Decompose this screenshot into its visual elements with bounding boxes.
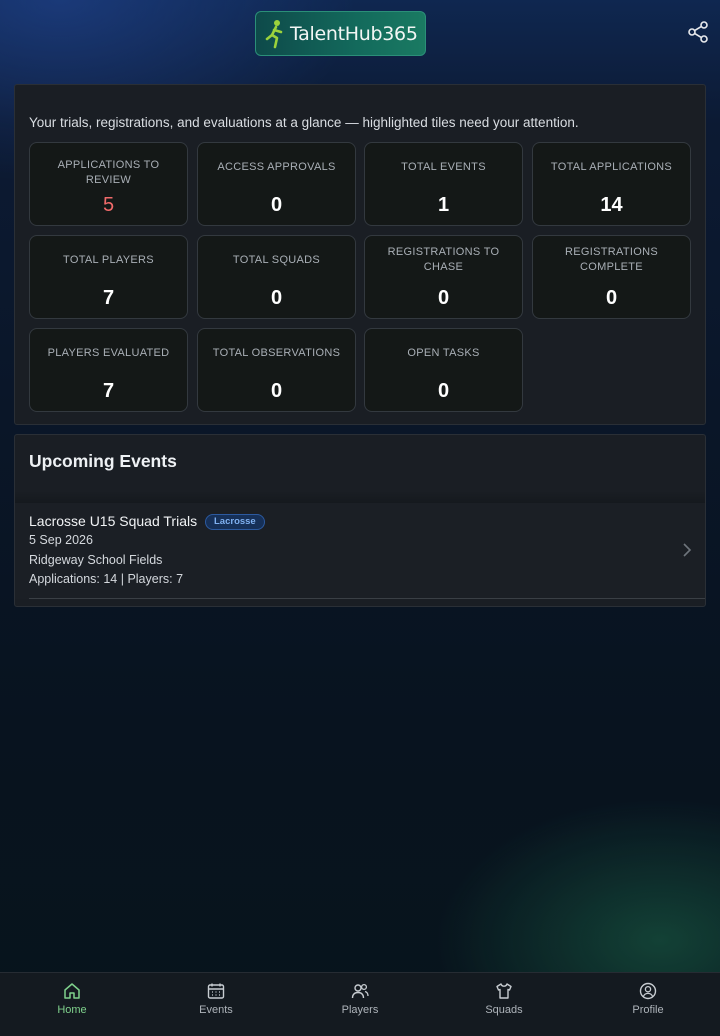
nav-label: Squads <box>485 1004 523 1016</box>
shirt-icon <box>496 983 512 999</box>
tile-value: 14 <box>600 194 623 216</box>
tile-total-players[interactable]: TOTAL PLAYERS 7 <box>29 235 188 319</box>
tile-value: 0 <box>437 380 450 402</box>
tile-value: 7 <box>102 287 115 309</box>
tile-total-applications[interactable]: TOTAL APPLICATIONS 14 <box>532 142 691 226</box>
app-header: TalentHub365 <box>0 0 720 70</box>
tile-value: 0 <box>270 194 283 216</box>
nav-events[interactable]: Events <box>144 973 288 1036</box>
tile-access-approvals[interactable]: ACCESS APPROVALS 0 <box>197 142 356 226</box>
nav-label: Home <box>57 1004 87 1016</box>
tile-value: 0 <box>437 287 450 309</box>
tile-label: REGISTRATIONS TO CHASE <box>387 246 500 273</box>
tile-registrations-to-chase[interactable]: REGISTRATIONS TO CHASE 0 <box>364 235 523 319</box>
share-button[interactable] <box>686 20 710 44</box>
user-circle-icon <box>639 982 657 1000</box>
upcoming-events-title: Upcoming Events <box>29 451 177 471</box>
event-stats: Applications: 14 | Players: 7 <box>29 572 184 586</box>
tile-label: OPEN TASKS <box>407 347 480 359</box>
tile-open-tasks[interactable]: OPEN TASKS 0 <box>364 328 523 412</box>
upcoming-events-card: Upcoming Events Lacrosse U15 Squad Trial… <box>14 434 706 607</box>
tile-value: 0 <box>270 287 283 309</box>
tile-total-events[interactable]: TOTAL EVENTS 1 <box>364 142 523 226</box>
event-venue: Ridgeway School Fields <box>29 553 163 567</box>
tile-value: 7 <box>102 380 115 402</box>
nav-home[interactable]: Home <box>0 973 144 1036</box>
tile-value: 0 <box>270 380 283 402</box>
nav-label: Events <box>199 1004 233 1016</box>
tile-total-squads[interactable]: TOTAL SQUADS 0 <box>197 235 356 319</box>
tile-registrations-complete[interactable]: REGISTRATIONS COMPLETE 0 <box>532 235 691 319</box>
tile-label: APPLICATIONS TO REVIEW <box>57 159 160 186</box>
tile-value: 1 <box>437 194 450 216</box>
nav-squads[interactable]: Squads <box>432 973 576 1036</box>
tile-label: TOTAL SQUADS <box>232 254 321 266</box>
tile-label: TOTAL PLAYERS <box>63 254 154 266</box>
tile-label: TOTAL OBSERVATIONS <box>212 347 341 359</box>
divider <box>29 598 705 599</box>
brand-logo: TalentHub365 <box>255 11 426 56</box>
tile-label: PLAYERS EVALUATED <box>47 347 170 359</box>
bottom-nav: Home Events Players Squads Profile <box>0 972 720 1036</box>
sport-badge: Lacrosse <box>205 514 265 530</box>
tile-applications-to-review[interactable]: APPLICATIONS TO REVIEW 5 <box>29 142 188 226</box>
brand-name: TalentHub365 <box>290 22 418 45</box>
tile-value: 0 <box>605 287 618 309</box>
event-name: Lacrosse U15 Squad Trials <box>29 513 198 529</box>
home-icon <box>64 983 80 999</box>
users-icon <box>351 983 369 999</box>
tile-players-evaluated[interactable]: PLAYERS EVALUATED 7 <box>29 328 188 412</box>
section-divider <box>15 491 705 503</box>
tile-label: TOTAL EVENTS <box>401 161 486 173</box>
calendar-icon <box>207 983 225 999</box>
tile-total-observations[interactable]: TOTAL OBSERVATIONS 0 <box>197 328 356 412</box>
tile-value: 5 <box>102 194 115 216</box>
summary-intro: Your trials, registrations, and evaluati… <box>29 115 579 130</box>
share-icon <box>688 21 708 43</box>
tile-label: REGISTRATIONS COMPLETE <box>565 246 658 273</box>
nav-label: Players <box>341 1004 379 1016</box>
summary-card: Your trials, registrations, and evaluati… <box>14 84 706 425</box>
runner-logo-icon <box>265 19 283 48</box>
chevron-right-icon <box>683 543 692 557</box>
nav-players[interactable]: Players <box>288 973 432 1036</box>
event-date: 5 Sep 2026 <box>29 533 93 547</box>
event-list-item[interactable]: Lacrosse U15 Squad Trials Lacrosse 5 Sep… <box>15 503 705 599</box>
tile-label: TOTAL APPLICATIONS <box>550 161 673 173</box>
nav-label: Profile <box>632 1004 664 1016</box>
nav-profile[interactable]: Profile <box>576 973 720 1036</box>
tile-label: ACCESS APPROVALS <box>217 161 336 173</box>
